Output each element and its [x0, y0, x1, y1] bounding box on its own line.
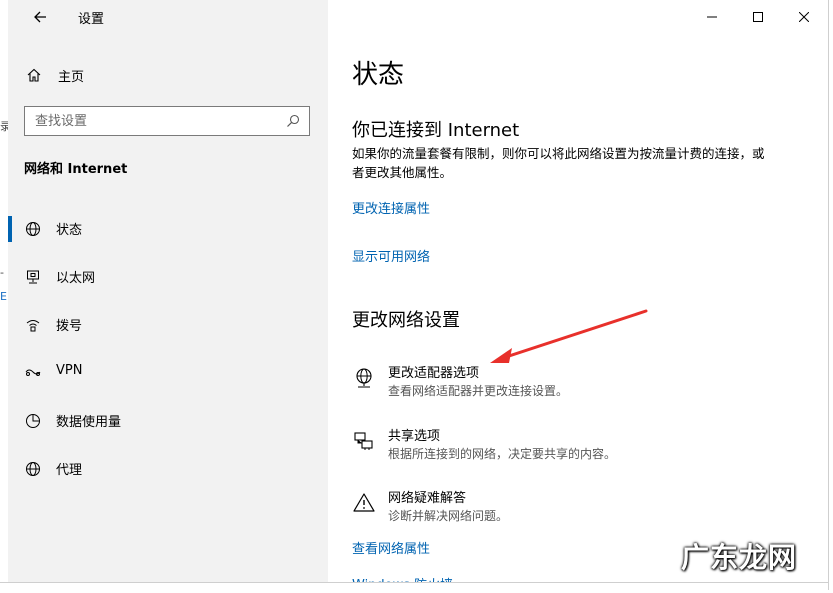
sharing-icon [352, 429, 376, 453]
settings-window: 录 - E 设置 主页 网络和 Internet [0, 0, 833, 593]
ethernet-icon [24, 268, 42, 286]
vpn-icon [24, 364, 42, 382]
warning-icon [352, 491, 376, 515]
home-label: 主页 [58, 69, 85, 85]
search-icon[interactable] [285, 113, 301, 129]
globe-icon [24, 220, 42, 238]
window-border [828, 0, 829, 590]
data-usage-icon [24, 412, 42, 430]
option-description: 诊断并解决网络问题。 [388, 509, 509, 523]
sidebar-item-ethernet[interactable]: 以太网 [8, 254, 328, 302]
strip-fragment: - [0, 266, 4, 279]
strip-fragment: E [0, 290, 7, 303]
page-title: 状态 [352, 60, 405, 90]
connected-description: 如果你的流量套餐有限制，则你可以将此网络设置为按流量计费的连接，或者更改其他属性… [352, 146, 765, 180]
option-title: 共享选项 [388, 429, 441, 444]
app-title: 设置 [78, 12, 105, 27]
back-button[interactable] [26, 4, 54, 30]
sidebar-item-data-usage[interactable]: 数据使用量 [8, 398, 328, 446]
search-box[interactable] [24, 106, 310, 136]
sidebar-item-label: 代理 [56, 463, 83, 478]
back-arrow-icon [34, 11, 46, 23]
watermark: 广东龙网 [680, 541, 797, 574]
network-troubleshooter[interactable]: 网络疑难解答 诊断并解决网络问题。 [352, 487, 792, 531]
option-description: 根据所连接到的网络，决定要共享的内容。 [388, 447, 617, 461]
connected-heading: 你已连接到 Internet [352, 120, 520, 141]
view-network-properties-link[interactable]: 查看网络属性 [352, 538, 430, 557]
show-available-networks-link[interactable]: 显示可用网络 [352, 246, 430, 265]
sharing-options[interactable]: 共享选项 根据所连接到的网络，决定要共享的内容。 [352, 425, 792, 469]
sidebar-item-vpn[interactable]: VPN [8, 350, 328, 398]
sidebar-item-label: 拨号 [56, 319, 83, 334]
adapter-icon [352, 366, 376, 390]
home-nav-item[interactable]: 主页 [24, 60, 324, 90]
sidebar-item-status[interactable]: 状态 [8, 206, 328, 254]
option-description: 查看网络适配器并更改连接设置。 [388, 384, 569, 398]
search-input[interactable] [35, 112, 275, 130]
main-content: 状态 你已连接到 Internet 如果你的流量套餐有限制，则你可以将此网络设置… [352, 0, 812, 593]
sidebar-item-label: 以太网 [56, 271, 96, 286]
dialup-icon [24, 316, 42, 334]
sidebar-item-proxy[interactable]: 代理 [8, 446, 328, 494]
home-icon [27, 68, 41, 82]
sidebar-nav: 状态 以太网 拨号 VPN 数据使用量 代理 [8, 206, 328, 494]
option-title: 网络疑难解答 [388, 491, 467, 506]
change-connection-properties-link[interactable]: 更改连接属性 [352, 198, 430, 217]
globe-icon [24, 460, 42, 478]
section-label: 网络和 Internet [24, 162, 128, 177]
sidebar-item-label: VPN [56, 363, 83, 378]
change-adapter-options[interactable]: 更改适配器选项 查看网络适配器并更改连接设置。 [352, 362, 792, 406]
sidebar-item-label: 状态 [56, 223, 83, 238]
change-settings-heading: 更改网络设置 [352, 310, 460, 331]
sidebar: 设置 主页 网络和 Internet 状态 [8, 0, 328, 582]
sidebar-item-dialup[interactable]: 拨号 [8, 302, 328, 350]
option-title: 更改适配器选项 [388, 366, 480, 381]
sidebar-item-label: 数据使用量 [56, 415, 122, 430]
